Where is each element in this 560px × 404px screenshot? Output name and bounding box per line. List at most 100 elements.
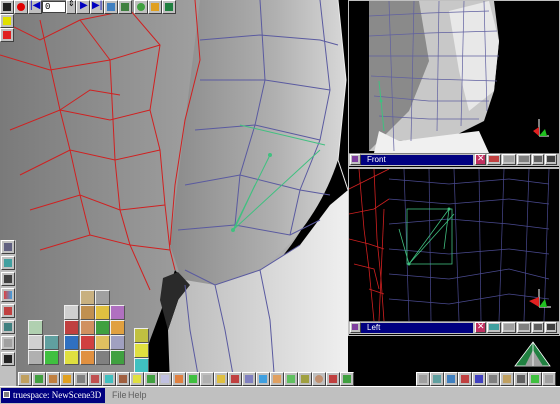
tool-icon[interactable] bbox=[514, 372, 528, 386]
paint-icon[interactable] bbox=[148, 0, 162, 14]
primitive-tile[interactable] bbox=[134, 328, 149, 343]
primitive-tile[interactable] bbox=[95, 290, 110, 305]
primitive-tile[interactable] bbox=[64, 320, 79, 335]
tool-icon[interactable] bbox=[270, 372, 284, 386]
tool-icon[interactable] bbox=[242, 372, 256, 386]
front-viewport[interactable]: Front ✕ bbox=[348, 0, 560, 168]
primitive-tile[interactable] bbox=[44, 335, 59, 350]
palette-icon[interactable] bbox=[1, 288, 15, 302]
select-tool-icon[interactable] bbox=[0, 14, 14, 28]
tool-icon[interactable] bbox=[500, 372, 514, 386]
view-options-icon[interactable] bbox=[487, 322, 501, 333]
axes-icon[interactable] bbox=[1, 256, 15, 270]
rotate-view-icon[interactable] bbox=[532, 154, 544, 165]
panel-menu-icon[interactable] bbox=[350, 154, 361, 165]
primitive-tile[interactable] bbox=[95, 320, 110, 335]
tool-icon[interactable] bbox=[214, 372, 228, 386]
primitive-tile[interactable] bbox=[64, 350, 79, 365]
pan-icon[interactable] bbox=[517, 322, 531, 333]
object-tool-icon[interactable] bbox=[0, 28, 14, 42]
pointer-icon[interactable] bbox=[1, 352, 15, 366]
arrow-tool-icon[interactable] bbox=[416, 372, 430, 386]
frame-field[interactable]: 0 bbox=[42, 1, 66, 13]
tool-icon[interactable] bbox=[298, 372, 312, 386]
tool-icon[interactable] bbox=[486, 372, 500, 386]
tool-icon[interactable] bbox=[284, 372, 298, 386]
tool-icon[interactable] bbox=[46, 372, 60, 386]
primitive-tile[interactable] bbox=[80, 350, 95, 365]
lamp-icon[interactable] bbox=[1, 320, 15, 334]
tool-icon[interactable] bbox=[116, 372, 130, 386]
tool-icon[interactable] bbox=[186, 372, 200, 386]
close-icon[interactable]: ✕ bbox=[475, 321, 486, 333]
tool-icon[interactable] bbox=[32, 372, 46, 386]
fast-forward-button[interactable]: ▶| bbox=[90, 0, 104, 14]
primitive-tile[interactable] bbox=[134, 358, 149, 373]
app-title-tab[interactable]: truespace: NewScene3D bbox=[1, 388, 105, 403]
scene-icon[interactable] bbox=[104, 0, 118, 14]
panel-menu-icon[interactable] bbox=[350, 322, 361, 333]
tool-icon[interactable] bbox=[158, 372, 172, 386]
tool-icon[interactable] bbox=[18, 372, 32, 386]
stop-button[interactable] bbox=[0, 0, 14, 14]
primitive-tile[interactable] bbox=[110, 320, 125, 335]
primitive-tile[interactable] bbox=[95, 335, 110, 350]
tool-icon[interactable] bbox=[340, 372, 354, 386]
view-options-icon[interactable] bbox=[487, 154, 501, 165]
move-tool-icon[interactable] bbox=[430, 372, 444, 386]
eye-view-icon[interactable] bbox=[502, 322, 516, 333]
tool-icon[interactable] bbox=[528, 372, 542, 386]
primitive-tile[interactable] bbox=[95, 350, 110, 365]
camera-icon[interactable] bbox=[1, 272, 15, 286]
scale-tool-icon[interactable] bbox=[458, 372, 472, 386]
play-button[interactable]: ▶ bbox=[76, 0, 90, 14]
primitive-tile[interactable] bbox=[64, 335, 79, 350]
pan-icon[interactable] bbox=[517, 154, 531, 165]
tool-icon[interactable] bbox=[74, 372, 88, 386]
rotate-view-icon[interactable] bbox=[532, 322, 544, 333]
zoom-view-icon[interactable] bbox=[545, 154, 557, 165]
tool-icon[interactable] bbox=[102, 372, 116, 386]
left-viewport[interactable]: Left ✕ bbox=[348, 168, 560, 336]
tool-icon[interactable] bbox=[172, 372, 186, 386]
primitive-tile[interactable] bbox=[80, 290, 95, 305]
primitive-tile[interactable] bbox=[95, 305, 110, 320]
view-icon[interactable] bbox=[1, 336, 15, 350]
tool-icon[interactable] bbox=[130, 372, 144, 386]
menu-file[interactable]: File bbox=[112, 390, 127, 401]
zoom-view-icon[interactable] bbox=[545, 322, 557, 333]
tool-icon[interactable] bbox=[144, 372, 158, 386]
avatar-icon[interactable] bbox=[312, 372, 326, 386]
primitive-tile[interactable] bbox=[80, 335, 95, 350]
eye-icon[interactable] bbox=[1, 304, 15, 318]
eye-view-icon[interactable] bbox=[502, 154, 516, 165]
light-icon[interactable] bbox=[162, 0, 176, 14]
help-icon[interactable] bbox=[472, 372, 486, 386]
primitive-tile[interactable] bbox=[28, 335, 43, 350]
primitive-tile[interactable] bbox=[44, 350, 59, 365]
navigation-widget-icon[interactable] bbox=[505, 336, 560, 370]
primitive-tile[interactable] bbox=[110, 350, 125, 365]
render-icon[interactable] bbox=[118, 0, 132, 14]
tool-icon[interactable] bbox=[326, 372, 340, 386]
primitive-tile[interactable] bbox=[134, 343, 149, 358]
grid-icon[interactable] bbox=[1, 240, 15, 254]
tool-icon[interactable] bbox=[200, 372, 214, 386]
tool-icon[interactable] bbox=[256, 372, 270, 386]
primitive-tile[interactable] bbox=[110, 335, 125, 350]
record-button[interactable] bbox=[14, 0, 28, 14]
rewind-button[interactable]: |◀ bbox=[28, 0, 42, 14]
material-icon[interactable] bbox=[134, 0, 148, 14]
rotate-tool-icon[interactable] bbox=[444, 372, 458, 386]
tool-icon[interactable] bbox=[88, 372, 102, 386]
primitive-tile[interactable] bbox=[28, 320, 43, 335]
primitive-tile[interactable] bbox=[64, 305, 79, 320]
tool-icon[interactable] bbox=[542, 372, 556, 386]
tool-icon[interactable] bbox=[60, 372, 74, 386]
step-arrows-button[interactable]: ⇕ bbox=[66, 0, 76, 14]
primitive-tile[interactable] bbox=[80, 305, 95, 320]
primitive-tile[interactable] bbox=[28, 350, 43, 365]
close-icon[interactable]: ✕ bbox=[475, 153, 486, 165]
menu-help[interactable]: Help bbox=[128, 390, 147, 401]
primitive-tile[interactable] bbox=[80, 320, 95, 335]
